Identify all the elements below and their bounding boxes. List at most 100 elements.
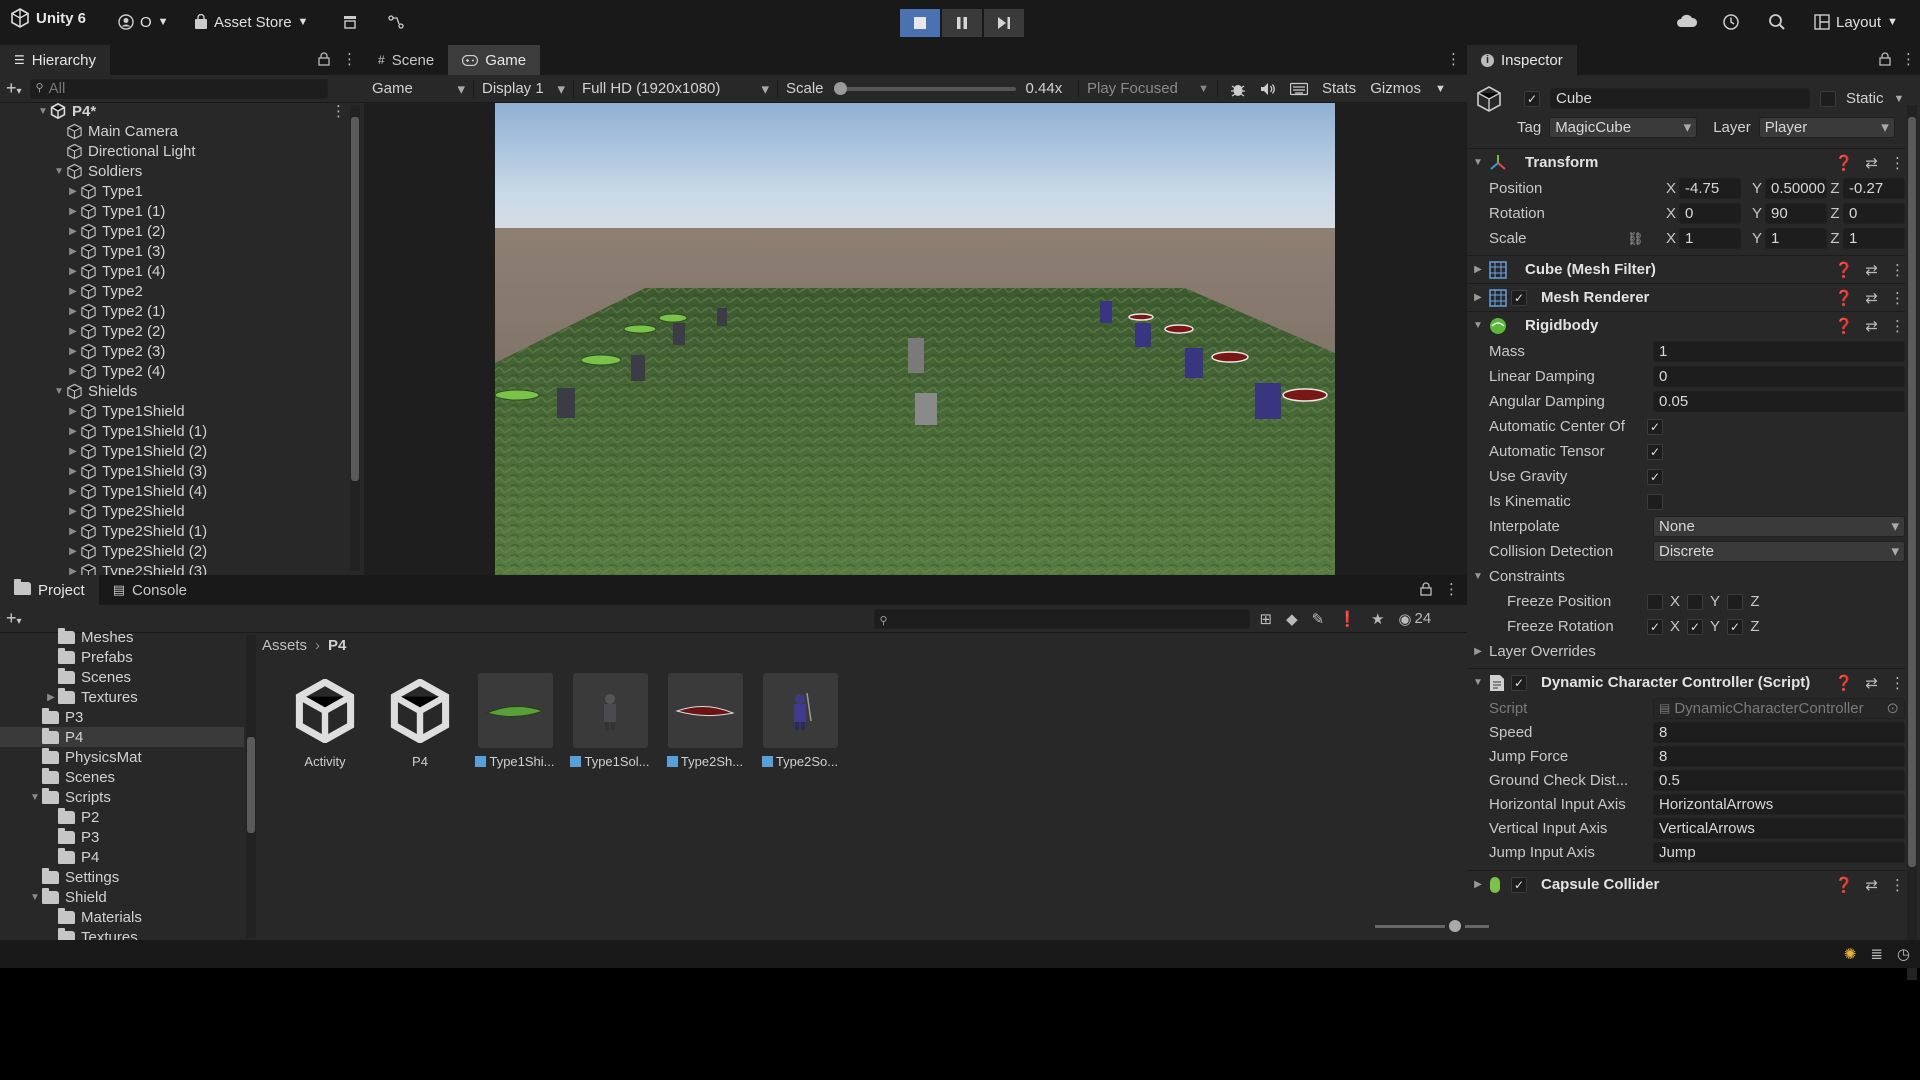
- expand-arrow-icon[interactable]: ▼: [1467, 157, 1489, 168]
- asset-item[interactable]: Activity: [285, 673, 365, 769]
- hierarchy-item[interactable]: Main Camera: [0, 121, 350, 141]
- expand-arrow-icon[interactable]: ▶: [1467, 879, 1489, 890]
- project-folder-item[interactable]: P4: [0, 727, 244, 747]
- project-folder-item[interactable]: Meshes: [0, 627, 244, 647]
- layer-overrides-row[interactable]: ▶ Layer Overrides: [1467, 639, 1905, 664]
- position-x-field[interactable]: -4.75: [1679, 178, 1741, 199]
- expand-arrow-icon[interactable]: ▶: [66, 506, 80, 517]
- project-folder-item[interactable]: Scenes: [0, 667, 244, 687]
- presets-icon[interactable]: ⇄: [1865, 876, 1878, 894]
- asset-item[interactable]: Type1Sol...: [570, 673, 650, 769]
- lock-icon[interactable]: [1420, 582, 1432, 596]
- hierarchy-item[interactable]: ▶ Type1Shield (2): [0, 441, 350, 461]
- scrollbar-thumb[interactable]: [351, 117, 359, 481]
- asset-item[interactable]: Type1Shi...: [475, 673, 555, 769]
- expand-arrow-icon[interactable]: ▶: [1467, 292, 1489, 303]
- hierarchy-item[interactable]: ▶ Type1Shield: [0, 401, 350, 421]
- version-control-icon[interactable]: [387, 14, 405, 30]
- expand-arrow-icon[interactable]: ▶: [66, 446, 80, 457]
- asset-item[interactable]: P4: [380, 673, 460, 769]
- history-icon[interactable]: [1722, 13, 1740, 31]
- freeze-pos-z-checkbox[interactable]: [1727, 593, 1743, 610]
- presets-icon[interactable]: ⇄: [1865, 674, 1878, 692]
- project-folder-item[interactable]: P3: [0, 827, 244, 847]
- expand-arrow-icon[interactable]: ▶: [66, 566, 80, 576]
- expand-arrow-icon[interactable]: ▶: [44, 692, 58, 703]
- horizontal-axis-field[interactable]: HorizontalArrows: [1653, 793, 1905, 815]
- project-folder-item[interactable]: P4: [0, 847, 244, 867]
- mesh-filter-header[interactable]: ▶ Cube (Mesh Filter) ❓ ⇄ ⋮: [1467, 255, 1905, 283]
- is-kinematic-checkbox[interactable]: [1647, 493, 1663, 510]
- presets-icon[interactable]: ⇄: [1865, 154, 1878, 172]
- transform-header[interactable]: ▼ Transform ❓ ⇄ ⋮: [1467, 148, 1905, 176]
- pause-button[interactable]: [942, 9, 982, 37]
- hierarchy-item[interactable]: ▶ Type1: [0, 181, 350, 201]
- scale-slider-thumb[interactable]: [833, 81, 847, 95]
- expand-arrow-icon[interactable]: ▶: [66, 186, 80, 197]
- play-mode-select[interactable]: Play Focused ▼: [1078, 80, 1218, 97]
- mass-field[interactable]: 1: [1653, 341, 1905, 362]
- help-icon[interactable]: ❓: [1835, 154, 1854, 172]
- asset-item[interactable]: Type2So...: [760, 673, 840, 769]
- expand-arrow-icon[interactable]: ▶: [1467, 646, 1489, 657]
- scale-x-field[interactable]: 1: [1679, 228, 1741, 249]
- more-icon[interactable]: ⋮: [1890, 154, 1905, 172]
- expand-arrow-icon[interactable]: ▼: [1467, 677, 1489, 688]
- capsule-collider-header[interactable]: ▶ ✓ Capsule Collider ❓ ⇄ ⋮: [1467, 870, 1905, 898]
- expand-arrow-icon[interactable]: ▶: [66, 326, 80, 337]
- expand-arrow-icon[interactable]: ▼: [1467, 571, 1489, 582]
- mesh-renderer-header[interactable]: ▶ ✓ Mesh Renderer ❓ ⇄ ⋮: [1467, 283, 1905, 311]
- hierarchy-item[interactable]: ▶ Type2 (4): [0, 361, 350, 381]
- expand-arrow-icon[interactable]: ▶: [66, 226, 80, 237]
- project-folder-item[interactable]: PhysicsMat: [0, 747, 244, 767]
- display-select[interactable]: Display 1: [474, 79, 574, 98]
- star-icon[interactable]: ★: [1371, 610, 1384, 628]
- lock-icon[interactable]: [318, 52, 330, 66]
- more-icon[interactable]: ⋮: [1890, 674, 1905, 692]
- freeze-rot-z-checkbox[interactable]: ✓: [1727, 618, 1743, 635]
- tab-console[interactable]: ▤ Console: [99, 575, 201, 605]
- hierarchy-item[interactable]: ▶ Type2 (3): [0, 341, 350, 361]
- audio-icon[interactable]: [1260, 81, 1276, 97]
- angular-damping-field[interactable]: 0.05: [1653, 391, 1905, 412]
- bug-icon[interactable]: [1230, 81, 1246, 97]
- position-z-field[interactable]: -0.27: [1843, 178, 1905, 199]
- scale-z-field[interactable]: 1: [1843, 228, 1905, 249]
- project-folder-item[interactable]: Textures: [0, 927, 244, 940]
- hierarchy-item[interactable]: ▼ Soldiers: [0, 161, 350, 181]
- expand-arrow-icon[interactable]: ▶: [66, 546, 80, 557]
- hierarchy-item[interactable]: ▶ Type2Shield (3): [0, 561, 350, 575]
- progress-icon[interactable]: ◷: [1897, 945, 1910, 963]
- scrollbar-thumb[interactable]: [247, 737, 255, 833]
- breadcrumb-assets[interactable]: Assets: [262, 637, 307, 654]
- add-icon[interactable]: +▾: [6, 608, 22, 629]
- expand-arrow-icon[interactable]: ▶: [66, 526, 80, 537]
- rotation-x-field[interactable]: 0: [1679, 203, 1741, 224]
- inspector-scrollbar[interactable]: [1907, 105, 1917, 980]
- project-folder-item[interactable]: ▶ Textures: [0, 687, 244, 707]
- presets-icon[interactable]: ⇄: [1865, 261, 1878, 279]
- layout-button[interactable]: Layout ▼: [1806, 8, 1906, 36]
- jump-force-field[interactable]: 8: [1653, 745, 1905, 767]
- project-folder-item[interactable]: ▼ Scripts: [0, 787, 244, 807]
- presets-icon[interactable]: ⇄: [1865, 317, 1878, 335]
- expand-arrow-icon[interactable]: ▶: [66, 246, 80, 257]
- more-icon[interactable]: ⋮: [1890, 261, 1905, 279]
- static-checkbox[interactable]: [1820, 90, 1836, 107]
- hierarchy-item[interactable]: ▶ Type2Shield (1): [0, 521, 350, 541]
- game-viewport[interactable]: [495, 103, 1335, 575]
- presets-icon[interactable]: ⇄: [1865, 289, 1878, 307]
- freeze-pos-x-checkbox[interactable]: [1647, 593, 1663, 610]
- search-by-label-icon[interactable]: ◆: [1286, 610, 1298, 628]
- expand-arrow-icon[interactable]: ▶: [1467, 264, 1489, 275]
- hierarchy-item[interactable]: ▶ Type1 (3): [0, 241, 350, 261]
- more-icon[interactable]: ⋮: [331, 102, 346, 120]
- collision-detection-select[interactable]: Discrete: [1653, 541, 1905, 562]
- cache-server-icon[interactable]: ≣: [1870, 945, 1883, 963]
- account-button[interactable]: O ▼: [110, 8, 177, 36]
- more-icon[interactable]: ⋮: [1444, 580, 1459, 598]
- help-icon[interactable]: ❓: [1835, 289, 1854, 307]
- hierarchy-item[interactable]: ▼ Shields: [0, 381, 350, 401]
- expand-arrow-icon[interactable]: ▶: [66, 266, 80, 277]
- expand-arrow-icon[interactable]: ▶: [66, 206, 80, 217]
